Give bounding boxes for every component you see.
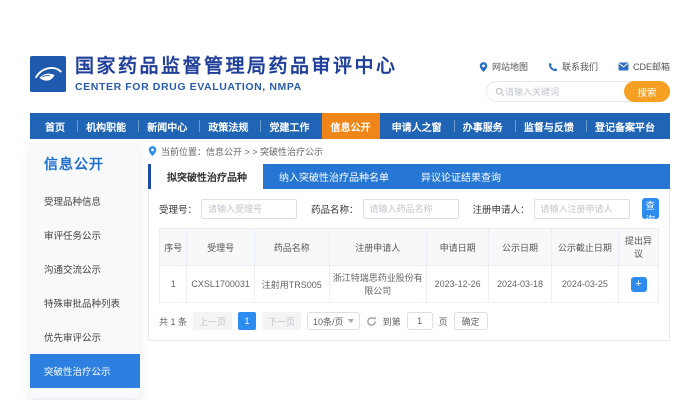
nav-item-functions[interactable]: 机构职能 [77, 113, 135, 139]
page-number-button[interactable]: 1 [238, 312, 256, 330]
table-row: 1 CXSL1700031 注射用TRS005 浙江特瑞思药业股份有限公司 20… [160, 266, 659, 303]
sitemap-link-label: 网站地图 [492, 60, 528, 73]
page-size-select[interactable]: 10条/页 [307, 312, 360, 330]
acceptance-no-label: 受理号： [159, 202, 197, 216]
breadcrumb: 当前位置：信息公开 > > 突破性治疗公示 [148, 143, 670, 159]
tab-proposed-breakthrough[interactable]: 拟突破性治疗品种 [148, 164, 263, 189]
brand: 国家药品监督管理局药品审评中心 CENTER FOR DRUG EVALUATI… [30, 56, 398, 93]
applicant-input[interactable] [534, 199, 630, 219]
site-header: 国家药品监督管理局药品审评中心 CENTER FOR DRUG EVALUATI… [30, 56, 670, 108]
pagination-total: 共 1 条 [159, 315, 187, 328]
query-button[interactable]: 查询 [642, 198, 659, 219]
nav-item-party[interactable]: 党建工作 [260, 113, 318, 139]
mail-icon [618, 62, 629, 71]
pagination: 共 1 条 上一页 1 下一页 10条/页 到第 页 确定 [159, 312, 659, 330]
nav-item-home[interactable]: 首页 [36, 113, 74, 139]
cell-publicity-end-date: 2024-03-25 [551, 266, 618, 303]
cell-drug-name: 注射用TRS005 [254, 266, 329, 303]
location-pin-icon [479, 62, 488, 72]
page-container: 国家药品监督管理局药品审评中心 CENTER FOR DRUG EVALUATI… [30, 56, 670, 398]
cde-mailbox-link-label: CDE邮箱 [633, 60, 670, 73]
goto-confirm-button[interactable]: 确定 [454, 312, 488, 330]
col-acceptance-no: 受理号 [187, 229, 254, 266]
cell-acceptance-no: CXSL1700031 [187, 266, 254, 303]
nav-item-info-disclosure[interactable]: 信息公开 [322, 113, 380, 139]
col-drug-name: 药品名称 [254, 229, 329, 266]
acceptance-no-input[interactable] [201, 199, 297, 219]
phone-icon [548, 62, 558, 72]
applicant-label: 注册申请人： [473, 202, 530, 216]
sidebar-title: 信息公开 [30, 143, 140, 184]
refresh-icon[interactable] [366, 316, 377, 327]
caret-down-icon [348, 319, 354, 323]
cell-publicity-date: 2024-03-18 [489, 266, 551, 303]
col-apply-date: 申请日期 [426, 229, 488, 266]
nav-item-policies[interactable]: 政策法规 [199, 113, 257, 139]
raise-objection-plus-button[interactable]: + [631, 277, 647, 292]
contact-us-link[interactable]: 联系我们 [548, 60, 598, 73]
results-table: 序号 受理号 药品名称 注册申请人 申请日期 公示日期 公示截止日期 提出异议 [159, 228, 659, 303]
header-right: 网站地图 联系我们 CDE邮箱 [479, 56, 670, 102]
content-panel: 受理号： 药品名称： 注册申请人： 查询 [148, 189, 670, 341]
col-publicity-date: 公示日期 [489, 229, 551, 266]
tab-bar: 拟突破性治疗品种 纳入突破性治疗品种名单 异议论证结果查询 [148, 164, 670, 189]
cell-apply-date: 2023-12-26 [426, 266, 488, 303]
drug-name-label: 药品名称： [311, 202, 359, 216]
nav-item-news[interactable]: 新闻中心 [138, 113, 196, 139]
tab-objection-results[interactable]: 异议论证结果查询 [405, 164, 517, 189]
cell-applicant: 浙江特瑞思药业股份有限公司 [329, 266, 426, 303]
cell-action: + [619, 266, 659, 303]
nav-item-services[interactable]: 办事服务 [454, 113, 512, 139]
tab-included-list[interactable]: 纳入突破性治疗品种名单 [263, 164, 405, 189]
site-title: 国家药品监督管理局药品审评中心 [75, 56, 398, 78]
filter-applicant: 注册申请人： [473, 199, 630, 219]
sidebar-item-breakthrough-therapy[interactable]: 突破性治疗公示 [30, 354, 140, 388]
next-page-button[interactable]: 下一页 [262, 312, 301, 330]
page-unit-label: 页 [439, 315, 448, 328]
sidebar-item-priority-review[interactable]: 优先审评公示 [30, 320, 140, 354]
goto-page-input[interactable] [407, 312, 433, 330]
nav-item-supervision[interactable]: 监督与反馈 [515, 113, 583, 139]
content: 当前位置：信息公开 > > 突破性治疗公示 拟突破性治疗品种 纳入突破性治疗品种… [148, 143, 670, 341]
filter-acceptance-no: 受理号： [159, 199, 297, 219]
breadcrumb-text: 当前位置：信息公开 > > 突破性治疗公示 [161, 145, 323, 158]
site-subtitle: CENTER FOR DRUG EVALUATION, NMPA [75, 81, 398, 93]
nav-item-applicant-window[interactable]: 申请人之窗 [383, 113, 451, 139]
prev-page-button[interactable]: 上一页 [193, 312, 232, 330]
table-header-row: 序号 受理号 药品名称 注册申请人 申请日期 公示日期 公示截止日期 提出异议 [160, 229, 659, 266]
search-bar: 搜索 [486, 81, 670, 102]
location-pin-icon [148, 146, 157, 156]
col-publicity-end-date: 公示截止日期 [551, 229, 618, 266]
main-nav: 首页 机构职能 新闻中心 政策法规 党建工作 信息公开 申请人之窗 办事服务 监… [30, 113, 670, 139]
contact-us-link-label: 联系我们 [562, 60, 598, 73]
sidebar: 信息公开 受理品种信息 审评任务公示 沟通交流公示 特殊审批品种列表 优先审评公… [30, 143, 140, 398]
sidebar-item-review-tasks[interactable]: 审评任务公示 [30, 218, 140, 252]
drug-name-input[interactable] [363, 199, 459, 219]
filter-drug-name: 药品名称： [311, 199, 459, 219]
sidebar-item-accepted-varieties[interactable]: 受理品种信息 [30, 184, 140, 218]
col-seq: 序号 [160, 229, 187, 266]
nav-item-registration-platform[interactable]: 登记备案平台 [586, 113, 664, 139]
query-form: 受理号： 药品名称： 注册申请人： 查询 [159, 198, 659, 219]
sidebar-item-communication[interactable]: 沟通交流公示 [30, 252, 140, 286]
goto-label: 到第 [383, 315, 401, 328]
cde-mailbox-link[interactable]: CDE邮箱 [618, 60, 670, 73]
search-input[interactable] [505, 87, 624, 97]
cell-seq: 1 [160, 266, 187, 303]
col-raise-objection: 提出异议 [619, 229, 659, 266]
search-button[interactable]: 搜索 [624, 81, 670, 102]
page-size-label: 10条/页 [313, 315, 344, 328]
sitemap-link[interactable]: 网站地图 [479, 60, 528, 73]
col-applicant: 注册申请人 [329, 229, 426, 266]
brand-text: 国家药品监督管理局药品审评中心 CENTER FOR DRUG EVALUATI… [75, 56, 398, 93]
cde-logo-icon [30, 56, 66, 92]
top-links: 网站地图 联系我们 CDE邮箱 [479, 60, 670, 73]
search-icon [495, 87, 505, 97]
sidebar-item-special-approval-list[interactable]: 特殊审批品种列表 [30, 286, 140, 320]
main-area: 信息公开 受理品种信息 审评任务公示 沟通交流公示 特殊审批品种列表 优先审评公… [30, 143, 670, 398]
